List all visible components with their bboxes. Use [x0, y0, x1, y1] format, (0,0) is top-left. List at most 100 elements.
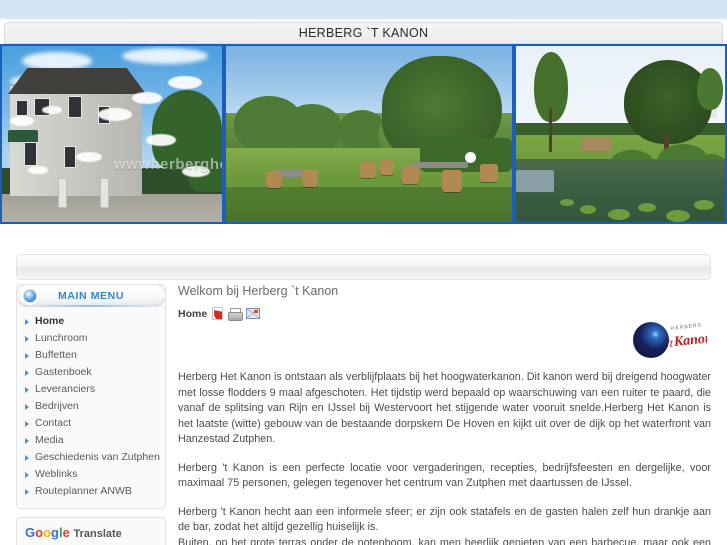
arrow-right-icon [25, 352, 29, 359]
park-bench [582, 138, 612, 151]
google-letter-o2: o [43, 525, 52, 540]
sidebar-item-label: Geschiedenis van Zutphen [35, 451, 160, 463]
banner-image-house[interactable]: wwwherbergherkanon.nl [0, 44, 224, 224]
main-menu-list: Home Lunchroom Buffetten Gastenboek Leve… [17, 307, 165, 508]
sidebar-item-contact[interactable]: Contact [17, 415, 165, 432]
top-nav-bar[interactable] [16, 254, 711, 280]
paragraph-3: Herberg 't Kanon hecht aan een informele… [178, 505, 711, 534]
sidebar-item-media[interactable]: Media [17, 432, 165, 449]
lily-pad [666, 210, 690, 222]
google-letter-g2: g [51, 525, 59, 540]
printer-icon[interactable] [228, 307, 244, 321]
cloud [22, 52, 92, 70]
google-logo: Google Translate [25, 525, 157, 542]
arrow-right-icon [25, 335, 29, 342]
flower [182, 166, 210, 177]
lily-pad [638, 203, 656, 212]
main-menu-header: MAIN MENU [16, 284, 166, 307]
window [64, 146, 76, 168]
arrow-right-icon [25, 471, 29, 478]
sidebar-item-label: Weblinks [35, 468, 78, 480]
gate-post [58, 178, 67, 208]
chair [266, 172, 282, 188]
flower [146, 134, 176, 146]
sidebar: MAIN MENU Home Lunchroom Buffetten Gaste… [16, 284, 166, 545]
flower [132, 92, 162, 104]
banner-image-terrace[interactable]: gherkanon.nl [224, 44, 514, 224]
arrow-right-icon [25, 403, 29, 410]
paragraph-2: Herberg 't Kanon is een perfecte locatie… [178, 461, 711, 490]
flower [76, 152, 102, 162]
flower [42, 106, 62, 114]
lily-pad [560, 199, 574, 206]
arrow-right-icon [25, 488, 29, 495]
water-surface [516, 170, 554, 192]
window [68, 96, 82, 118]
chair [402, 166, 419, 184]
google-letter-e: e [62, 525, 70, 540]
sidebar-item-gastenboek[interactable]: Gastenboek [17, 364, 165, 381]
breadcrumb: Home [178, 307, 711, 321]
lily-pad [608, 209, 630, 220]
pdf-icon[interactable] [212, 307, 224, 320]
flower [98, 108, 132, 121]
breadcrumb-home[interactable]: Home [178, 308, 207, 320]
sidebar-item-label: Media [35, 434, 64, 446]
google-letter-o1: o [35, 525, 44, 540]
chair [442, 170, 462, 192]
paragraph-4: Buiten, op het grote terras onder de not… [178, 536, 711, 545]
sidebar-item-routeplanner-anwb[interactable]: Routeplanner ANWB [17, 483, 165, 500]
article-body: Herberg Het Kanon is ontstaan als verbli… [178, 370, 711, 545]
translate-label: Translate [73, 528, 122, 540]
sidebar-item-bedrijven[interactable]: Bedrijven [17, 398, 165, 415]
sidebar-item-label: Contact [35, 417, 72, 429]
sidebar-item-lunchroom[interactable]: Lunchroom [17, 330, 165, 347]
sidebar-item-geschiedenis-van-zutphen[interactable]: Geschiedenis van Zutphen [17, 449, 165, 466]
sidebar-item-weblinks[interactable]: Weblinks [17, 466, 165, 483]
header-banner: wwwherbergherkanon.nl [0, 44, 727, 224]
google-letter-g1: G [25, 525, 36, 540]
sidebar-item-home[interactable]: Home [17, 313, 165, 330]
sidebar-item-label: Home [35, 315, 65, 327]
page-title: Welkom bij Herberg `t Kanon [178, 284, 339, 298]
roof [8, 68, 146, 94]
main-menu-module: MAIN MENU Home Lunchroom Buffetten Gaste… [16, 284, 166, 509]
arrow-right-icon [25, 420, 29, 427]
sidebar-item-label: Buffetten [35, 349, 77, 361]
table [412, 162, 468, 168]
cannonball-icon [633, 322, 669, 358]
cloud [122, 48, 208, 64]
sidebar-item-label: Bedrijven [35, 400, 79, 412]
flower [28, 166, 48, 174]
banner-image-pond[interactable] [514, 44, 727, 224]
arrow-right-icon [25, 369, 29, 376]
arrow-right-icon [25, 318, 29, 325]
sidebar-item-leveranciers[interactable]: Leveranciers [17, 381, 165, 398]
arrow-right-icon [25, 386, 29, 393]
flower [10, 116, 34, 126]
awning [8, 130, 38, 142]
main-menu-title: MAIN MENU [57, 289, 125, 302]
window-title: HERBERG `T KANON [298, 26, 429, 40]
arrow-right-icon [25, 454, 29, 461]
window [24, 142, 37, 166]
lily-pad [694, 200, 714, 210]
logo-herberg-text: HERBERG [670, 322, 703, 332]
sidebar-item-label: Gastenboek [35, 366, 92, 378]
paragraph-1: Herberg Het Kanon is ontstaan als verbli… [178, 371, 711, 445]
tree-trunk [549, 108, 552, 152]
sidebar-item-label: Leveranciers [35, 383, 96, 395]
photo-garden-terrace: gherkanon.nl [226, 46, 512, 222]
sidebar-item-buffetten[interactable]: Buffetten [17, 347, 165, 364]
email-icon[interactable] [246, 308, 261, 319]
site-logo: HERBERG 't Kanon [631, 320, 707, 360]
flower [168, 76, 202, 89]
lily-pad [580, 205, 596, 214]
window [16, 100, 28, 116]
chair [302, 170, 318, 187]
photo-house: wwwherbergherkanon.nl [2, 46, 222, 222]
tree [697, 68, 723, 110]
logo-apostrophe-text: 't [667, 336, 673, 350]
blue-dot-icon [23, 289, 37, 303]
chair [360, 162, 376, 178]
